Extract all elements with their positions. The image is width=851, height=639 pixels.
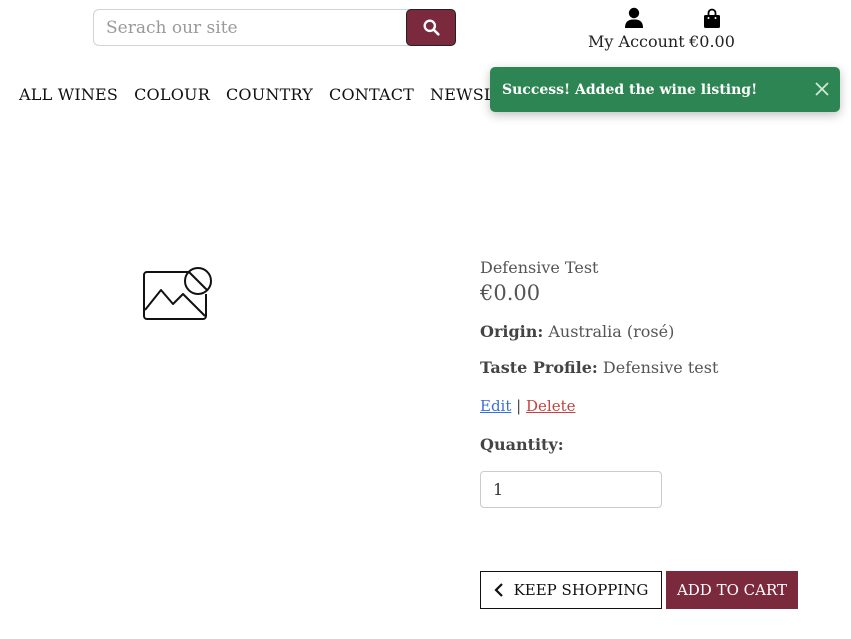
- user-icon: [625, 7, 643, 28]
- keep-shopping-label: KEEP SHOPPING: [513, 581, 649, 599]
- no-image-icon: [143, 267, 212, 320]
- my-account-link[interactable]: My Account: [588, 4, 685, 51]
- product-name: Defensive Test: [480, 258, 599, 277]
- cart-total: €0.00: [689, 32, 735, 51]
- toast-message: Success! Added the wine listing!: [502, 81, 758, 98]
- quantity-input[interactable]: [480, 471, 662, 508]
- main-nav: ALL WINES COLOUR COUNTRY CONTACT NEWSLET…: [19, 85, 569, 104]
- admin-links: Edit | Delete: [480, 397, 820, 415]
- taste-label: Taste Profile:: [480, 358, 598, 377]
- chevron-left-icon: [494, 583, 503, 597]
- add-to-cart-button[interactable]: ADD TO CART: [666, 571, 798, 609]
- quantity-label: Quantity:: [480, 435, 564, 454]
- origin-value: Australia (rosé): [548, 322, 675, 341]
- product-image: [143, 266, 215, 326]
- delete-link[interactable]: Delete: [526, 397, 575, 415]
- nav-item-country[interactable]: COUNTRY: [226, 85, 313, 104]
- product-price: €0.00: [480, 281, 541, 305]
- my-account-label: My Account: [588, 32, 685, 51]
- close-icon[interactable]: [814, 81, 830, 97]
- edit-link[interactable]: Edit: [480, 397, 511, 415]
- nav-item-all-wines[interactable]: ALL WINES: [19, 85, 118, 104]
- keep-shopping-button[interactable]: KEEP SHOPPING: [480, 571, 662, 609]
- search-icon: [423, 19, 440, 36]
- nav-item-colour[interactable]: COLOUR: [134, 85, 210, 104]
- success-toast: Success! Added the wine listing!: [490, 67, 840, 112]
- search-bar: [93, 9, 456, 46]
- product-origin: Origin: Australia (rosé): [480, 322, 820, 341]
- add-to-cart-label: ADD TO CART: [676, 581, 788, 599]
- search-button[interactable]: [406, 9, 456, 46]
- link-separator: |: [516, 397, 522, 415]
- product-taste-profile: Taste Profile: Defensive test: [480, 358, 820, 377]
- origin-label: Origin:: [480, 322, 544, 341]
- shopping-bag-icon: [704, 8, 720, 28]
- cart-link[interactable]: €0.00: [686, 4, 738, 51]
- search-input[interactable]: [93, 9, 411, 46]
- taste-value: Defensive test: [602, 358, 719, 377]
- product-details: Defensive Test €0.00 Origin: Australia (…: [480, 258, 820, 508]
- nav-item-contact[interactable]: CONTACT: [329, 85, 414, 104]
